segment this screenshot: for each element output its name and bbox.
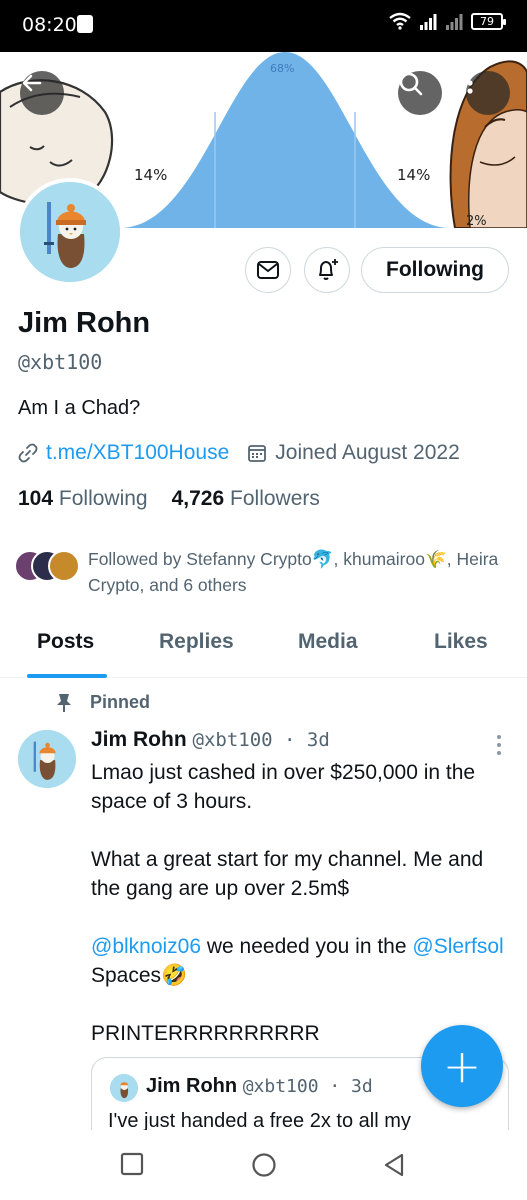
followed-by-text: Followed by Stefanny Crypto🐬, khumairoo🌾… [88, 549, 499, 595]
following-count-link[interactable]: 104 Following [18, 487, 148, 511]
bio: Am I a Chad? [18, 397, 141, 419]
post-meta: @xbt100 · 3d [192, 729, 330, 751]
banner-label-right: 14% [397, 166, 431, 184]
profile-link[interactable]: t.me/XBT100House [46, 441, 229, 465]
message-button[interactable] [245, 247, 291, 293]
pinned-label-row: Pinned [56, 692, 150, 713]
follow-counts: 104 Following 4,726 Followers [18, 487, 320, 511]
quote-avatar [110, 1074, 138, 1102]
link-icon [18, 443, 38, 463]
penguin-avatar-image [20, 182, 120, 282]
more-vertical-icon[interactable] [492, 733, 506, 759]
handle: @xbt100 [18, 350, 103, 374]
notifications-button[interactable] [304, 247, 350, 293]
quote-meta: @xbt100 · 3d [242, 1076, 373, 1097]
back-button[interactable] [20, 71, 64, 115]
status-bar: 08:20 79 [0, 0, 527, 52]
banner-label-corner: 2% [466, 214, 487, 228]
mail-icon [257, 261, 279, 279]
more-options-button[interactable] [466, 71, 510, 115]
arrow-left-icon [22, 74, 42, 92]
mention-link[interactable]: @blknoiz06 [91, 935, 201, 958]
post-text-fragment: Spaces🤣 [91, 964, 188, 987]
tab-posts[interactable]: Posts [37, 630, 94, 654]
quote-author: Jim Rohn [146, 1075, 238, 1097]
profile-avatar[interactable] [16, 178, 124, 286]
post-avatar[interactable] [18, 730, 76, 788]
following-label: Following [58, 487, 148, 510]
more-vertical-icon [467, 72, 473, 94]
profile-meta: t.me/XBT100House Joined August 2022 [18, 441, 460, 465]
pin-icon [57, 693, 71, 712]
post-paragraph: Lmao just cashed in over $250,000 in the… [91, 761, 476, 813]
mention-link[interactable]: @Slerfsol [412, 935, 503, 958]
followers-count: 4,726 [171, 487, 225, 510]
recents-icon[interactable] [120, 1152, 144, 1176]
display-name: Jim Rohn [18, 307, 151, 339]
active-tab-indicator [27, 674, 107, 678]
profile-tabs: Posts Replies Media Likes [0, 618, 527, 678]
tab-likes[interactable]: Likes [434, 630, 488, 654]
bell-plus-icon [319, 259, 338, 280]
search-button[interactable] [398, 71, 442, 115]
tab-media[interactable]: Media [298, 630, 358, 654]
followers-label: Followers [230, 487, 320, 510]
banner-label-left: 14% [134, 166, 168, 184]
post-text-fragment: we needed you in the [201, 935, 413, 958]
follower-avatars [14, 546, 84, 586]
post-paragraph: @blknoiz06 we needed you in the @Slerfso… [91, 932, 511, 990]
plus-icon: + [442, 1039, 482, 1093]
post-paragraph: What a great start for my channel. Me an… [91, 848, 484, 900]
search-icon [399, 72, 423, 96]
wifi-icon [389, 12, 411, 30]
followed-by-row[interactable]: Followed by Stefanny Crypto🐬, khumairoo🌾… [14, 546, 508, 598]
quote-header: Jim Rohn @xbt100 · 3d [146, 1075, 373, 1098]
joined-date: Joined August 2022 [275, 441, 460, 464]
back-nav-icon[interactable] [382, 1152, 406, 1178]
penguin-avatar-image [18, 730, 76, 788]
banner-label-top: 68% [270, 62, 295, 75]
signal-icon-2 [446, 14, 463, 30]
battery-icon: 79 [471, 12, 506, 30]
post-author[interactable]: Jim Rohn [91, 728, 187, 751]
penguin-avatar-image [110, 1074, 138, 1102]
calendar-icon [248, 445, 267, 462]
status-icons: 79 [389, 12, 506, 30]
tab-replies[interactable]: Replies [159, 630, 234, 654]
pinned-label: Pinned [90, 692, 151, 712]
post-header: Jim Rohn @xbt100 · 3d [91, 728, 330, 752]
status-time: 08:20 [22, 14, 77, 36]
follower-avatar [48, 550, 80, 582]
compose-button[interactable]: + [421, 1025, 503, 1107]
following-count: 104 [18, 487, 54, 510]
system-nav-bar [0, 1130, 527, 1200]
home-icon[interactable] [251, 1152, 277, 1178]
signal-icon [420, 14, 437, 30]
notification-icon [77, 15, 93, 33]
following-button[interactable]: Following [361, 247, 509, 293]
followers-count-link[interactable]: 4,726 Followers [172, 487, 320, 511]
